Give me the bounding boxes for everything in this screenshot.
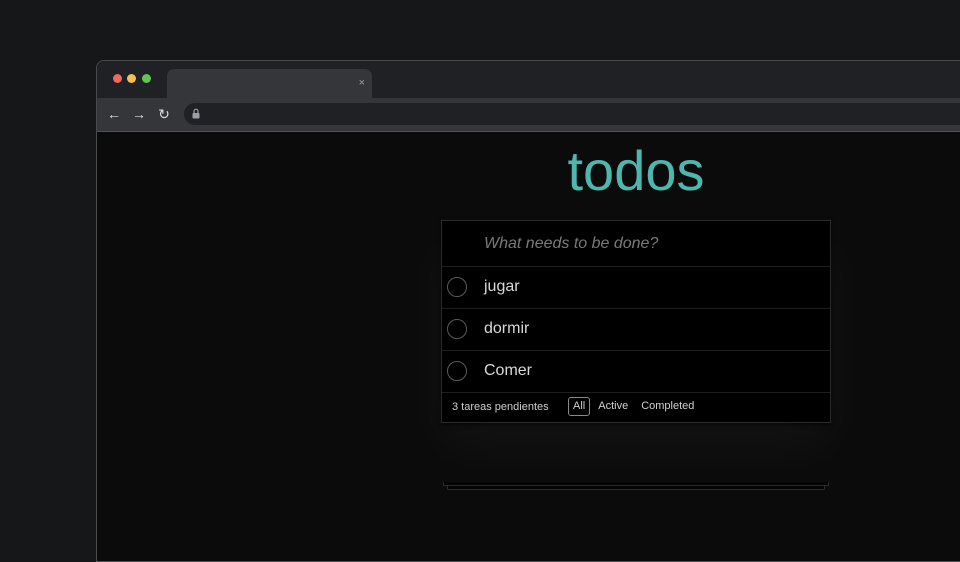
todo-label[interactable]: dormir	[484, 320, 529, 338]
browser-window: × ← → ↻ todos jugar dormir	[96, 60, 960, 562]
todo-toggle-checkbox[interactable]	[447, 319, 467, 339]
todo-footer: 3 tareas pendientes All Active Completed	[442, 393, 830, 422]
todo-count: 3 tareas pendientes	[452, 401, 549, 413]
page-viewport: todos jugar dormir Comer 3 tareas pendie…	[97, 132, 960, 561]
todo-list: jugar dormir Comer	[442, 267, 830, 393]
browser-titlebar: ×	[97, 61, 960, 98]
filter-all[interactable]: All	[568, 397, 591, 416]
todo-item: dormir	[442, 309, 830, 351]
todo-toggle-checkbox[interactable]	[447, 361, 467, 381]
browser-toolbar: ← → ↻	[97, 98, 960, 132]
browser-tab[interactable]: ×	[167, 69, 372, 98]
todo-item: jugar	[442, 267, 830, 309]
lock-icon	[192, 108, 200, 119]
filter-tabs: All Active Completed	[568, 397, 702, 416]
todo-label[interactable]: jugar	[484, 278, 520, 296]
new-todo-input[interactable]	[442, 221, 830, 267]
maximize-window-button[interactable]	[142, 74, 151, 83]
stacked-paper-shadow	[447, 486, 825, 490]
filter-completed[interactable]: Completed	[636, 397, 699, 416]
forward-arrow-icon[interactable]: →	[131, 106, 147, 122]
reload-icon[interactable]: ↻	[156, 106, 172, 122]
app-title: todos	[567, 139, 705, 202]
todo-toggle-checkbox[interactable]	[447, 277, 467, 297]
back-arrow-icon[interactable]: ←	[106, 106, 122, 122]
minimize-window-button[interactable]	[127, 74, 136, 83]
todo-app: jugar dormir Comer 3 tareas pendientes A…	[441, 220, 831, 423]
filter-active[interactable]: Active	[593, 397, 633, 416]
address-bar[interactable]	[184, 103, 960, 125]
tab-close-icon[interactable]: ×	[359, 76, 365, 90]
todo-label[interactable]: Comer	[484, 362, 532, 380]
todo-item: Comer	[442, 351, 830, 393]
close-window-button[interactable]	[113, 74, 122, 83]
